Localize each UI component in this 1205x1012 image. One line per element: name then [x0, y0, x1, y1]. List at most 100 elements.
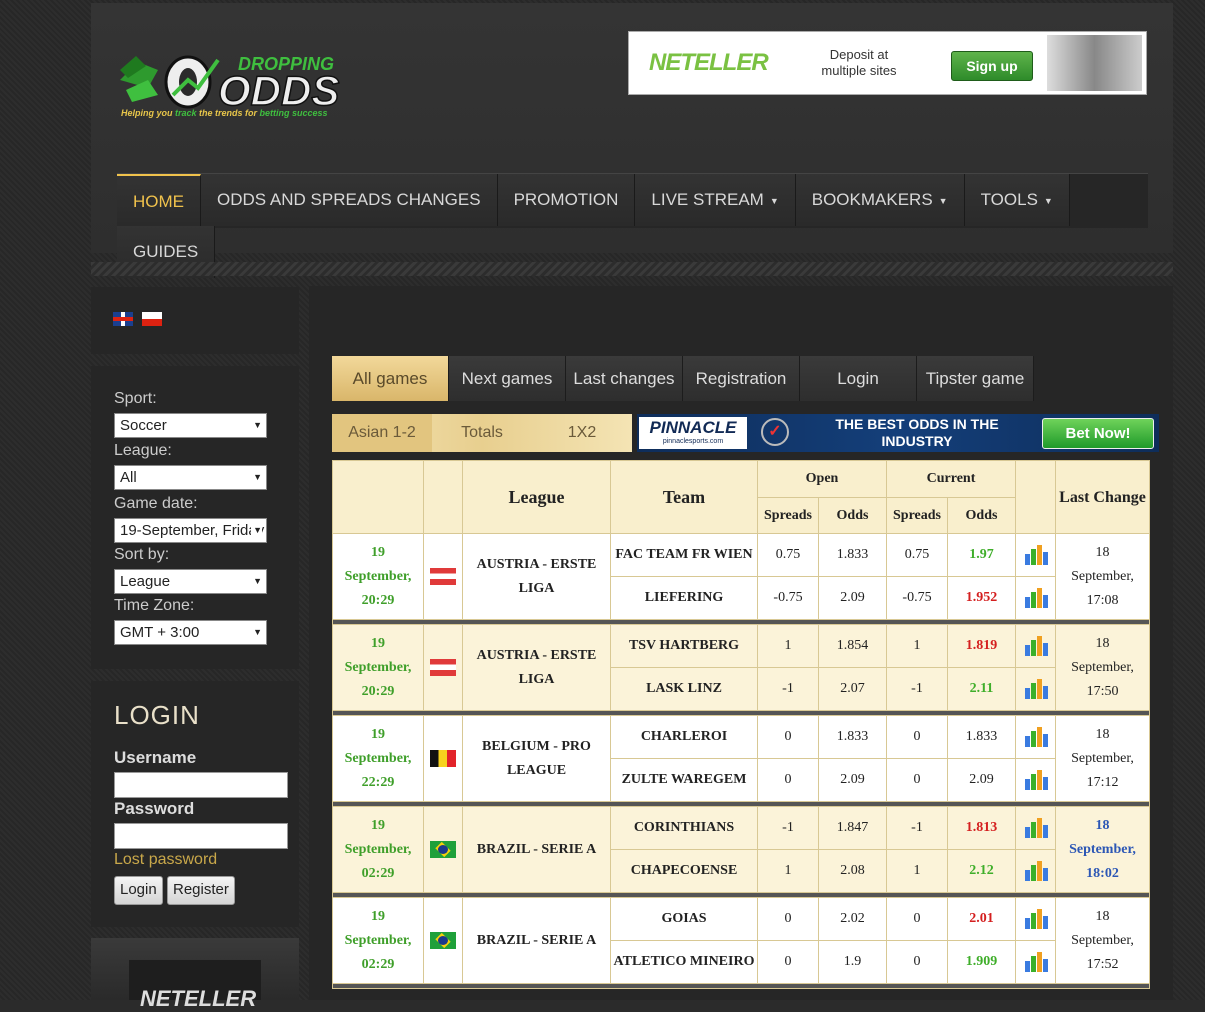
- open-odds-cell: 1.833: [818, 715, 887, 759]
- login-button[interactable]: Login: [114, 876, 163, 905]
- lost-password-link[interactable]: Lost password: [114, 851, 217, 869]
- team-cell[interactable]: CORINTHIANS: [610, 806, 758, 850]
- league-name: BELGIUM - PRO LEAGUE: [482, 738, 591, 778]
- bar-chart-icon[interactable]: [1024, 818, 1048, 838]
- sport-select[interactable]: Soccer ▼: [114, 413, 267, 438]
- team-cell[interactable]: ZULTE WAREGEM: [610, 758, 758, 802]
- team-cell[interactable]: CHAPECOENSE: [610, 849, 758, 893]
- last-change-part: 18: [1095, 544, 1110, 560]
- last-change: 18 September, 17:50: [1055, 624, 1151, 711]
- username-input[interactable]: [114, 772, 288, 798]
- subtab-asian[interactable]: Asian 1-2: [332, 414, 432, 452]
- current-odds-cell: 1.813: [946, 806, 1017, 850]
- neteller-banner[interactable]: NETELLER Deposit at multiple sites Sign …: [628, 31, 1147, 95]
- last-change: 18 September, 17:12: [1055, 715, 1151, 802]
- date-part: 19: [371, 635, 385, 651]
- current-spread-cell: 1: [886, 624, 948, 668]
- subtab-totals[interactable]: Totals: [432, 414, 532, 452]
- current-odds: 1.819: [965, 638, 998, 653]
- date-part: 19: [371, 817, 385, 833]
- bar-chart-icon[interactable]: [1024, 679, 1048, 699]
- last-change-part: 18: [1095, 635, 1110, 651]
- league-cell: BELGIUM - PRO LEAGUE: [462, 715, 611, 802]
- country-flag-icon: [430, 568, 456, 585]
- last-change-part: 17:52: [1086, 956, 1119, 972]
- open-spread: 1: [784, 638, 792, 653]
- nav-item-odds-and-spreads-changes[interactable]: ODDS AND SPREADS CHANGES: [201, 174, 498, 226]
- current-spread: 0: [913, 911, 921, 926]
- open-spread: -1: [782, 820, 794, 835]
- bar-chart-icon[interactable]: [1024, 727, 1048, 747]
- current-odds-cell: 1.833: [946, 715, 1017, 759]
- chevron-down-icon: ▼: [253, 420, 262, 430]
- game-date: 19 September, 20:29: [332, 624, 424, 711]
- current-odds: 1.813: [965, 820, 998, 835]
- register-button[interactable]: Register: [167, 876, 235, 905]
- tab-next-games[interactable]: Next games: [449, 356, 566, 401]
- last-change-part: 18: [1095, 908, 1110, 924]
- team-cell[interactable]: TSV HARTBERG: [610, 624, 758, 668]
- team-cell[interactable]: LIEFERING: [610, 576, 758, 620]
- bar-chart-icon[interactable]: [1024, 952, 1048, 972]
- current-odds-cell: 2.12: [946, 849, 1017, 893]
- open-spread: 0: [784, 729, 792, 744]
- tab-registration[interactable]: Registration: [683, 356, 800, 401]
- tab-tipster-game[interactable]: Tipster game: [917, 356, 1034, 401]
- subtab-1x2[interactable]: 1X2: [532, 414, 632, 452]
- nav-item-promotion[interactable]: PROMOTION: [497, 174, 636, 226]
- league-select[interactable]: All ▼: [114, 465, 267, 490]
- date-select[interactable]: 19-September, Friday ▼: [114, 518, 267, 543]
- last-change-part: 17:12: [1086, 774, 1119, 790]
- caret-down-icon: ▼: [769, 195, 779, 206]
- current-odds-cell: 1.952: [946, 576, 1017, 620]
- password-input[interactable]: [114, 823, 288, 849]
- date-part: 19: [371, 544, 385, 560]
- bar-chart-icon[interactable]: [1024, 588, 1048, 608]
- nav-item-bookmakers[interactable]: BOOKMAKERS ▼: [795, 174, 965, 226]
- pl-flag-icon[interactable]: [142, 312, 162, 326]
- flag-cell: [423, 533, 463, 620]
- bar-chart-icon[interactable]: [1024, 636, 1048, 656]
- nav-item-home[interactable]: HOME: [117, 174, 201, 226]
- bar-chart-icon[interactable]: [1024, 909, 1048, 929]
- pinnacle-banner[interactable]: PINNACLE pinnaclesports.com ✓ THE BEST O…: [637, 414, 1159, 452]
- game-date: 19 September, 20:29: [332, 533, 424, 620]
- bar-chart-icon[interactable]: [1024, 545, 1048, 565]
- nav-item-tools[interactable]: TOOLS ▼: [964, 174, 1070, 226]
- open-spread-cell: -1: [757, 667, 819, 711]
- signup-button[interactable]: Sign up: [951, 51, 1033, 81]
- open-spread: 0: [784, 772, 792, 787]
- tab-all-games[interactable]: All games: [332, 356, 449, 401]
- team-cell[interactable]: GOIAS: [610, 897, 758, 941]
- date-part: 20:29: [361, 683, 395, 699]
- open-spread-cell: -0.75: [757, 576, 819, 620]
- open-odds-cell: 1.854: [818, 624, 887, 668]
- bet-now-button[interactable]: Bet Now!: [1042, 418, 1154, 449]
- open-odds: 1.833: [836, 547, 869, 562]
- date-part: 02:29: [361, 865, 395, 881]
- team-cell[interactable]: LASK LINZ: [610, 667, 758, 711]
- sort-select[interactable]: League ▼: [114, 569, 267, 594]
- chart-cell: [1015, 533, 1057, 577]
- tab-login[interactable]: Login: [800, 356, 917, 401]
- team-cell[interactable]: CHARLEROI: [610, 715, 758, 759]
- market-subtabs: Asian 1-2 Totals 1X2: [332, 414, 632, 452]
- team-cell[interactable]: FAC TEAM FR WIEN: [610, 533, 758, 577]
- nav-item-live-stream[interactable]: LIVE STREAM ▼: [635, 174, 796, 226]
- uk-flag-icon[interactable]: [113, 312, 133, 326]
- game-date: 19 September, 02:29: [332, 806, 424, 893]
- timezone-select[interactable]: GMT + 3:00 ▼: [114, 620, 267, 645]
- bar-chart-icon[interactable]: [1024, 861, 1048, 881]
- team-cell[interactable]: ATLETICO MINEIRO: [610, 940, 758, 984]
- date-part: September,: [344, 932, 412, 948]
- current-spread-cell: 0: [886, 715, 948, 759]
- league-cell: AUSTRIA - ERSTE LIGA: [462, 533, 611, 620]
- open-spread: 1: [784, 863, 792, 878]
- last-change-part: September,: [1071, 932, 1134, 948]
- bar-chart-icon[interactable]: [1024, 770, 1048, 790]
- open-spread-cell: 0: [757, 897, 819, 941]
- tab-last-changes[interactable]: Last changes: [566, 356, 683, 401]
- current-spread: 1: [913, 638, 921, 653]
- col-league-header: League: [462, 460, 611, 534]
- game-date: 19 September, 22:29: [332, 715, 424, 802]
